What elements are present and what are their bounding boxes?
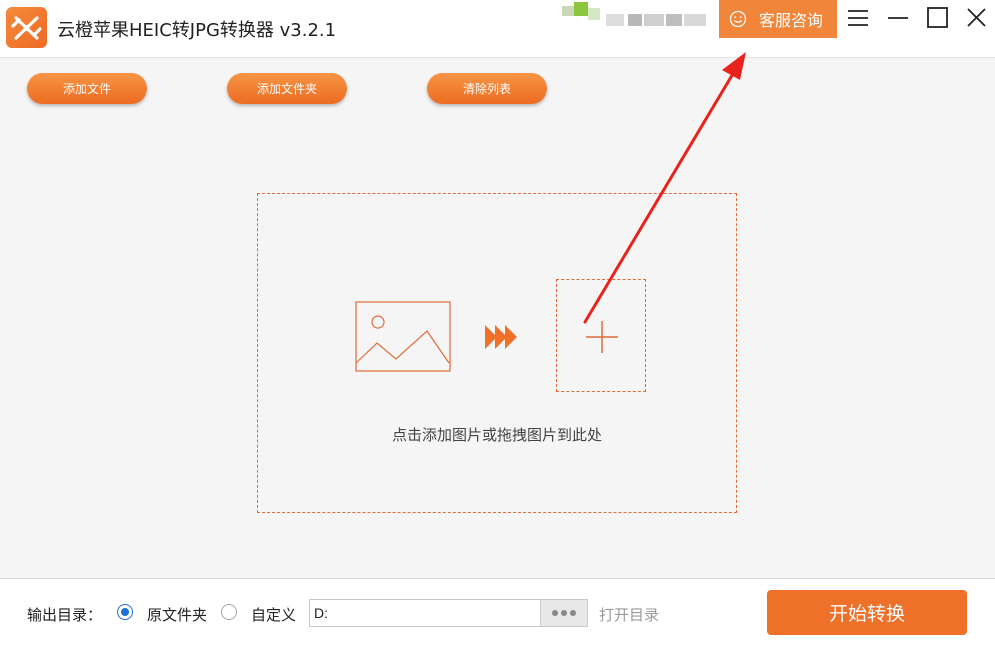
title-bar: 云橙苹果HEIC转JPG转换器 v3.2.1 客服咨询: [0, 0, 995, 58]
open-directory-link[interactable]: 打开目录: [599, 604, 659, 625]
menu-icon[interactable]: [845, 5, 871, 31]
radio-custom[interactable]: [221, 604, 237, 620]
add-image-button[interactable]: [556, 279, 646, 392]
output-path-input[interactable]: [309, 599, 541, 627]
image-icon: [355, 301, 451, 372]
smile-icon: [729, 10, 747, 28]
user-account-blurred: [562, 2, 710, 30]
radio-original-folder[interactable]: [117, 604, 133, 620]
minimize-icon[interactable]: [885, 5, 911, 31]
radio-custom-label[interactable]: 自定义: [251, 604, 296, 625]
app-title: 云橙苹果HEIC转JPG转换器 v3.2.1: [57, 20, 337, 41]
drop-zone[interactable]: [257, 193, 737, 513]
more-dot: [570, 610, 576, 616]
drop-hint-text: 点击添加图片或拖拽图片到此处: [391, 426, 602, 444]
fast-forward-icon: [485, 325, 517, 349]
start-convert-button[interactable]: 开始转换: [767, 590, 967, 635]
more-dot: [552, 610, 558, 616]
customer-service-button[interactable]: 客服咨询: [719, 0, 837, 38]
app-logo-icon: [6, 7, 47, 48]
output-dir-label: 输出目录：: [27, 606, 103, 624]
maximize-icon[interactable]: [925, 5, 951, 31]
add-file-button[interactable]: 添加文件: [27, 73, 147, 104]
add-folder-button[interactable]: 添加文件夹: [227, 73, 347, 104]
more-dot: [561, 610, 567, 616]
radio-original-folder-label[interactable]: 原文件夹: [147, 604, 207, 625]
browse-button[interactable]: [540, 599, 588, 627]
customer-service-label: 客服咨询: [759, 11, 824, 30]
clear-list-button[interactable]: 清除列表: [427, 73, 547, 104]
close-icon[interactable]: [964, 5, 990, 31]
plus-icon: [586, 321, 618, 353]
